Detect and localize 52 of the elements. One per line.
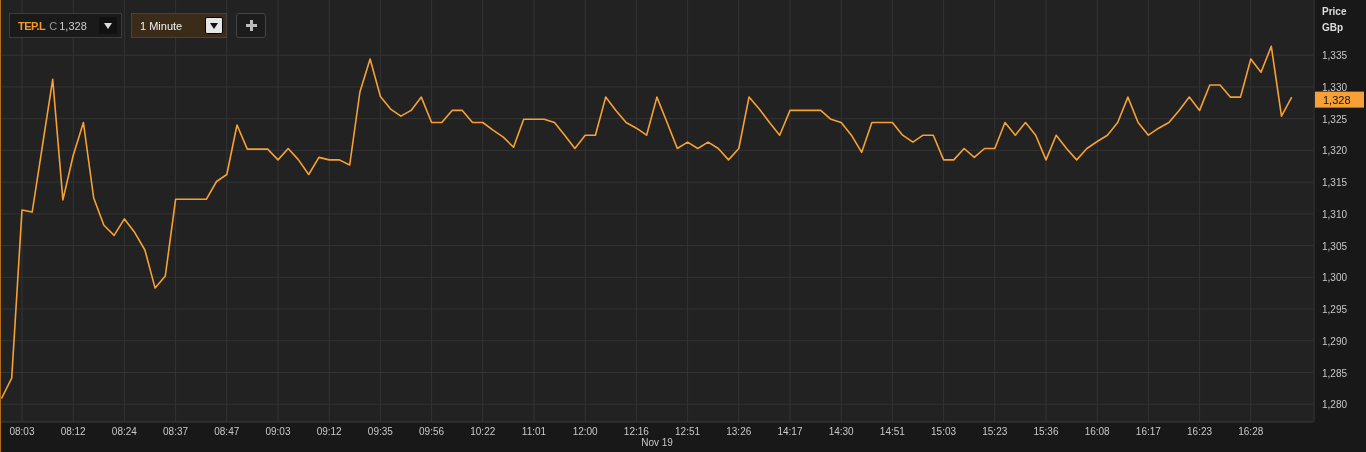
x-axis-label: 16:17 [1135,426,1161,437]
x-axis-label: 14:30 [828,426,854,437]
x-axis-label: 08:03 [9,426,35,437]
axis-title: Price [1322,6,1347,17]
x-axis-label: 15:03 [931,426,957,437]
interval-text: 1 Minute [140,19,184,32]
interval-dropdown[interactable]: 1 Minute [131,13,227,38]
caret-icon [104,22,112,29]
x-axis-label: 08:24 [111,426,137,437]
x-axis-label: 12:51 [675,426,701,437]
y-axis-label: 1,280 [1322,399,1348,411]
x-axis-label: 12:16 [623,426,649,437]
y-axis-label: 1,325 [1322,113,1348,125]
add-button[interactable] [236,13,266,38]
plus-icon [245,20,257,31]
dropdown-button[interactable] [205,17,223,34]
y-axis-label: 1,290 [1322,335,1348,347]
date-label: Nov 19 [641,437,673,448]
x-axis-label: 12:00 [572,426,598,437]
y-axis-label: 1,330 [1322,81,1348,93]
x-axis-label: 09:03 [265,426,291,437]
x-axis-label: 08:37 [163,426,189,437]
axis-unit: GBp [1322,22,1344,33]
y-axis-label: 1,295 [1322,304,1348,316]
y-axis-label: 1,285 [1322,367,1348,379]
x-axis-label: 16:28 [1238,426,1264,437]
x-axis-label: 11:01 [521,426,547,437]
y-axis-label: 1,320 [1322,145,1348,157]
x-axis-label: 08:47 [214,426,240,437]
y-axis-label: 1,315 [1322,177,1348,189]
x-axis-label: 09:12 [316,426,342,437]
y-axis-label: 1,305 [1322,240,1348,252]
x-axis-label: 08:12 [60,426,86,437]
price-text: 1,328 [59,19,88,32]
caret-icon [210,22,218,29]
y-axis-label: 1,310 [1322,208,1348,220]
x-axis-label: 09:56 [419,426,445,437]
x-axis-label: 10:22 [470,426,496,437]
x-axis-label: 15:23 [982,426,1008,437]
x-axis-label: 13:26 [726,426,752,437]
symbol-selector[interactable]: TEP.L C 1,328 [9,13,122,38]
x-axis-label: 16:08 [1084,426,1110,437]
x-axis-label: 15:36 [1033,426,1059,437]
x-axis-label: 16:23 [1187,426,1213,437]
x-axis-label: 14:17 [777,426,803,437]
y-axis-label: 1,335 [1322,50,1348,62]
price-prefix: C [49,19,58,32]
y-axis-label: 1,300 [1322,272,1348,284]
x-axis-label: 14:51 [879,426,905,437]
symbol-text: TEP.L [18,19,46,32]
x-axis-label: 09:35 [367,426,393,437]
dropdown-button[interactable] [99,17,117,34]
